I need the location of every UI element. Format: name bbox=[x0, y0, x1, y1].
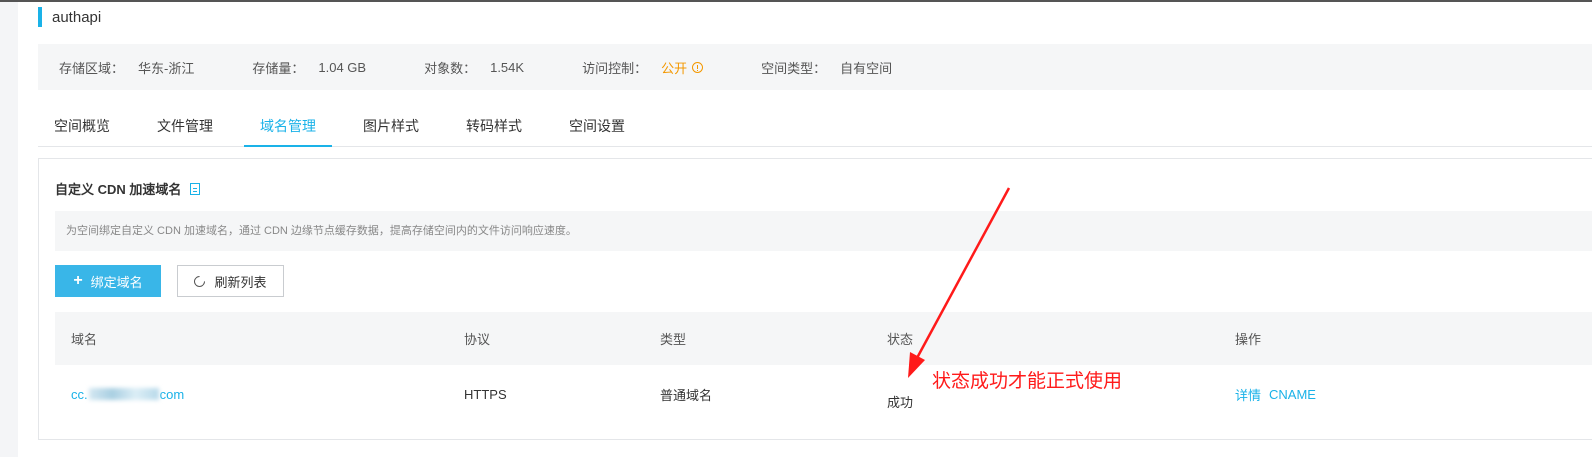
region-label: 存储区域： bbox=[59, 60, 125, 76]
protocol-cell: HTTPS bbox=[464, 386, 507, 402]
access-value-text: 公开 bbox=[661, 60, 688, 76]
storage-value: 1.04 GB bbox=[318, 59, 367, 75]
header-actions: 操作 bbox=[1235, 332, 1262, 347]
table-row: cc. com HTTPS 普通域名 成功 详情 CNAME bbox=[55, 365, 1592, 423]
domain-link[interactable]: cc. com bbox=[71, 365, 184, 423]
table-header: 域名 协议 类型 状态 操作 bbox=[55, 312, 1592, 365]
panel-title: 自定义 CDN 加速域名 bbox=[55, 179, 201, 198]
tab-overview[interactable]: 空间概览 bbox=[38, 105, 126, 147]
tab-domains[interactable]: 域名管理 bbox=[244, 105, 332, 147]
panel-notice: 为空间绑定自定义 CDN 加速域名，通过 CDN 边缘节点缓存数据，提高存储空间… bbox=[55, 211, 1592, 251]
refresh-list-button[interactable]: 刷新列表 bbox=[177, 265, 284, 297]
bucket-name: authapi bbox=[52, 8, 102, 26]
info-region: 存储区域： 华东-浙江 bbox=[59, 58, 194, 77]
cdn-domain-panel: 自定义 CDN 加速域名 为空间绑定自定义 CDN 加速域名，通过 CDN 边缘… bbox=[38, 158, 1592, 440]
main-content: authapi 存储区域： 华东-浙江 存储量： 1.04 GB 对象数： 1.… bbox=[18, 2, 1592, 457]
tab-transcode-styles[interactable]: 转码样式 bbox=[450, 105, 538, 147]
type-value: 自有空间 bbox=[840, 60, 893, 76]
detail-link[interactable]: 详情 bbox=[1235, 385, 1261, 404]
header-status: 状态 bbox=[887, 332, 914, 347]
objects-value: 1.54K bbox=[490, 59, 525, 75]
tab-files[interactable]: 文件管理 bbox=[141, 105, 229, 147]
bind-domain-button[interactable]: + 绑定域名 bbox=[55, 265, 161, 297]
domain-prefix: cc. bbox=[71, 386, 88, 402]
region-value: 华东-浙江 bbox=[138, 60, 195, 76]
refresh-icon bbox=[192, 273, 208, 289]
info-objects: 对象数： 1.54K bbox=[424, 58, 524, 77]
type-cell: 普通域名 bbox=[660, 387, 713, 403]
document-icon[interactable] bbox=[190, 182, 201, 195]
bucket-info-bar: 存储区域： 华东-浙江 存储量： 1.04 GB 对象数： 1.54K 访问控制… bbox=[38, 44, 1592, 90]
bind-domain-label: 绑定域名 bbox=[90, 274, 143, 290]
bucket-tabs: 空间概览 文件管理 域名管理 图片样式 转码样式 空间设置 bbox=[38, 105, 1592, 147]
access-value[interactable]: 公开 bbox=[661, 58, 704, 77]
header-type: 类型 bbox=[660, 332, 687, 347]
status-cell: 成功 bbox=[887, 394, 914, 410]
tab-settings[interactable]: 空间设置 bbox=[553, 105, 641, 147]
cname-link[interactable]: CNAME bbox=[1269, 387, 1316, 402]
type-label: 空间类型： bbox=[761, 60, 827, 76]
plus-icon: + bbox=[73, 272, 83, 289]
redacted-domain bbox=[88, 388, 159, 400]
info-access: 访问控制： 公开 bbox=[582, 58, 704, 77]
info-storage: 存储量： 1.04 GB bbox=[252, 58, 366, 77]
panel-title-text: 自定义 CDN 加速域名 bbox=[55, 182, 182, 197]
header-domain: 域名 bbox=[71, 332, 98, 347]
info-type: 空间类型： 自有空间 bbox=[761, 58, 892, 77]
actions-cell: 详情 CNAME bbox=[1235, 365, 1316, 423]
storage-label: 存储量： bbox=[252, 60, 305, 76]
tab-image-styles[interactable]: 图片样式 bbox=[347, 105, 435, 147]
access-label: 访问控制： bbox=[582, 60, 648, 76]
warning-circle-icon[interactable] bbox=[692, 61, 704, 73]
bucket-title-bar: authapi bbox=[38, 7, 101, 27]
annotation-text: 状态成功才能正式使用 bbox=[932, 370, 1123, 392]
domain-suffix: com bbox=[159, 386, 185, 402]
refresh-list-label: 刷新列表 bbox=[214, 274, 267, 290]
objects-label: 对象数： bbox=[424, 60, 477, 76]
title-accent-bar bbox=[38, 7, 42, 27]
header-protocol: 协议 bbox=[464, 332, 491, 347]
